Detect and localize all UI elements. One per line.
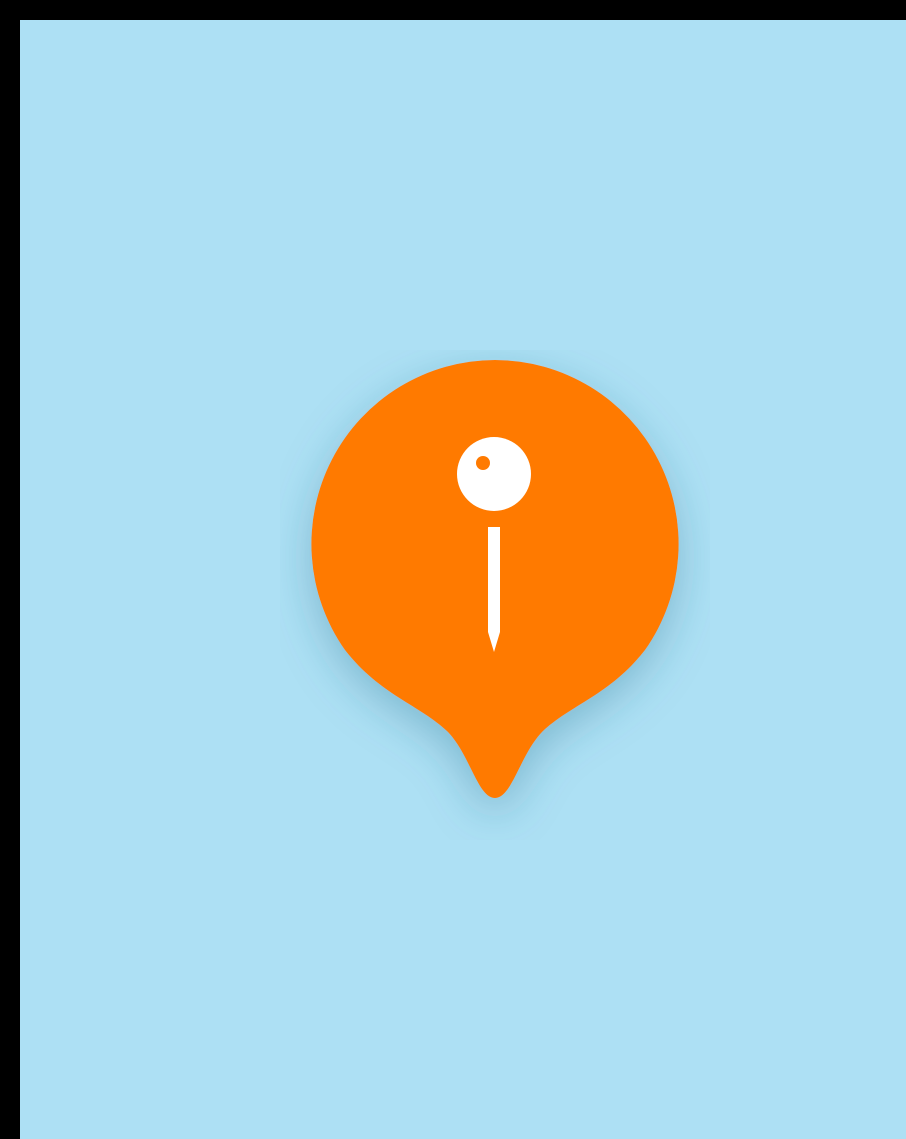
canvas-background xyxy=(20,20,906,1139)
pushpin-head xyxy=(457,437,531,511)
map-marker-icon xyxy=(311,360,679,798)
pushpin-highlight xyxy=(476,456,490,470)
screen-frame xyxy=(0,0,906,1139)
map-marker[interactable] xyxy=(280,350,710,840)
pushpin-needle xyxy=(488,527,500,652)
